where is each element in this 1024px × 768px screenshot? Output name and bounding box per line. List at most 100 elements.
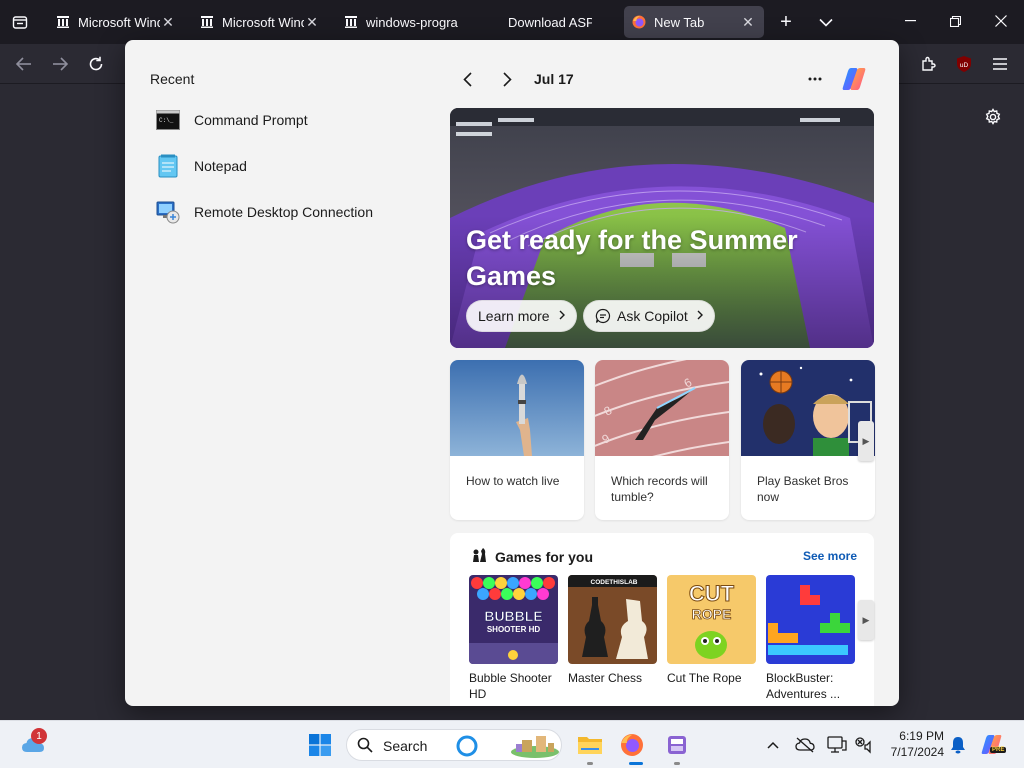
bubble-shooter-thumbnail: BUBBLE SHOOTER HD [469,575,558,664]
tab-title: Microsoft Windows [78,14,160,30]
list-all-tabs-chevron-icon[interactable] [811,7,841,37]
new-tab-plus-icon[interactable]: + [771,7,801,37]
master-chess-thumbnail: CODETHISLAB [568,575,657,664]
feed-date: Jul 17 [534,71,574,87]
card-title: Play Basket Bros now [757,474,849,504]
recent-item-notepad[interactable]: Notepad [155,148,415,184]
games-scroll-right-icon[interactable]: ▶ [858,600,874,640]
minimize-icon[interactable] [890,6,930,36]
tab-title: windows-programs [366,14,458,30]
recent-item-remote-desktop[interactable]: Remote Desktop Connection [155,194,415,230]
learn-more-label: Learn more [478,308,550,324]
recent-heading: Recent [150,71,195,87]
running-indicator [674,762,680,765]
remote-desktop-icon [155,199,181,225]
command-prompt-icon: C:\_ [155,107,181,133]
running-indicator [587,762,593,765]
search-label: Search [383,738,428,754]
browser-tab-bar: Microsoft Windows ✕ Microsoft Windows ✕ … [0,0,1024,44]
tab-title: New Tab [654,14,705,30]
system-clock[interactable]: 6:19 PM 7/17/2024 [874,728,944,760]
ublock-origin-icon[interactable]: uD [949,49,979,79]
hero-card-summer-games[interactable]: Get ready for the Summer Games Learn mor… [450,108,874,348]
recent-item-label: Notepad [194,158,247,174]
windows-start-icon[interactable] [308,733,332,757]
tab-windows-programs[interactable]: windows-programs [336,6,466,38]
search-highlight-art-icon [510,734,560,763]
chess-pieces-icon [470,546,490,566]
game-master-chess[interactable]: CODETHISLAB Master Chess [568,575,657,686]
ask-copilot-button[interactable]: Ask Copilot [583,300,715,332]
onedrive-offline-icon[interactable] [793,733,817,757]
close-tab-icon[interactable]: ✕ [304,14,320,31]
game-bubble-shooter[interactable]: BUBBLE SHOOTER HD Bubble Shooter HD [469,575,558,702]
museum-icon [200,15,214,29]
customize-gear-icon[interactable] [979,103,1007,131]
tab-microsoft-windows-1[interactable]: Microsoft Windows ✕ [48,6,184,38]
game-title: BlockBuster: Adventures ... [766,671,841,701]
game-title: Master Chess [568,671,643,685]
notepad-icon [155,153,181,179]
copilot-preview-icon[interactable]: PRE [978,731,1007,759]
tab-new-tab[interactable]: New Tab ✕ [624,6,764,38]
learn-more-button[interactable]: Learn more [466,300,577,332]
next-chevron-icon[interactable] [494,66,520,92]
file-explorer-icon[interactable] [576,732,604,758]
copilot-icon[interactable] [838,63,870,95]
taskbar: 1 Search 6:19 PM 7/17/2024 PRE [0,720,1024,768]
svg-text:CUT: CUT [689,581,735,606]
blockbuster-thumbnail [766,575,855,664]
torch-image [450,360,584,456]
card-play-basket-bros[interactable]: Play Basket Bros now [741,360,875,520]
recent-item-command-prompt[interactable]: C:\_ Command Prompt [155,102,415,138]
close-tab-icon[interactable]: ✕ [160,14,176,31]
museum-icon [344,15,358,29]
active-indicator [629,762,643,765]
ask-copilot-label: Ask Copilot [617,308,688,324]
game-title: Cut The Rope [667,671,742,685]
weather-widget-icon[interactable]: 1 [20,728,48,759]
notification-bell-icon[interactable] [946,733,970,757]
forward-arrow-icon[interactable] [45,49,75,79]
game-title: Bubble Shooter HD [469,671,552,701]
taskbar-search-box[interactable]: Search [346,729,562,761]
firefox-taskbar-icon[interactable] [619,732,645,758]
chevron-right-icon [697,309,703,323]
close-tab-icon[interactable]: ✕ [740,14,756,31]
extensions-puzzle-icon[interactable] [914,49,944,79]
tab-title: Microsoft Windows [222,14,304,30]
previous-chevron-icon[interactable] [454,66,480,92]
show-hidden-icons-chevron-icon[interactable] [761,733,785,757]
firefox-icon [632,15,646,29]
cards-scroll-right-icon[interactable]: ▶ [858,421,874,461]
card-title: Which records will tumble? [611,474,708,504]
svg-text:SHOOTER HD: SHOOTER HD [487,625,541,634]
see-more-link[interactable]: See more [803,549,857,563]
games-heading: Games for you [495,549,594,565]
tab-microsoft-windows-2[interactable]: Microsoft Windows ✕ [192,6,328,38]
more-options-icon[interactable] [802,66,828,92]
network-volume-icon[interactable] [852,733,876,757]
display-monitor-icon[interactable] [825,733,849,757]
reload-icon[interactable] [81,49,111,79]
chevron-right-icon [559,309,565,323]
clock-time: 6:19 PM [899,729,944,743]
games-for-you-section: Games for you See more BUBBLE SHOOTER HD… [450,533,874,706]
game-blockbuster[interactable]: BlockBuster: Adventures ... [766,575,855,702]
feed-header: Jul 17 [450,64,874,94]
game-cut-the-rope[interactable]: CUT ROPE Cut The Rope [667,575,756,686]
firefox-view-icon[interactable] [5,7,35,37]
back-arrow-icon[interactable] [9,49,39,79]
card-which-records-will-tumble[interactable]: 6 8 9 Which records will tumble? [595,360,729,520]
svg-text:ROPE: ROPE [692,606,732,622]
search-icon [357,737,373,758]
card-how-to-watch-live[interactable]: How to watch live [450,360,584,520]
hamburger-menu-icon[interactable] [985,49,1015,79]
tab-download-aspnet[interactable]: Download ASP.NET [500,6,600,38]
restore-icon[interactable] [935,6,975,36]
cut-the-rope-thumbnail: CUT ROPE [667,575,756,664]
ublock-badge-text: uD [960,62,969,69]
app-window-icon[interactable] [664,732,690,758]
clock-date: 7/17/2024 [890,745,944,759]
close-window-icon[interactable] [981,6,1021,36]
